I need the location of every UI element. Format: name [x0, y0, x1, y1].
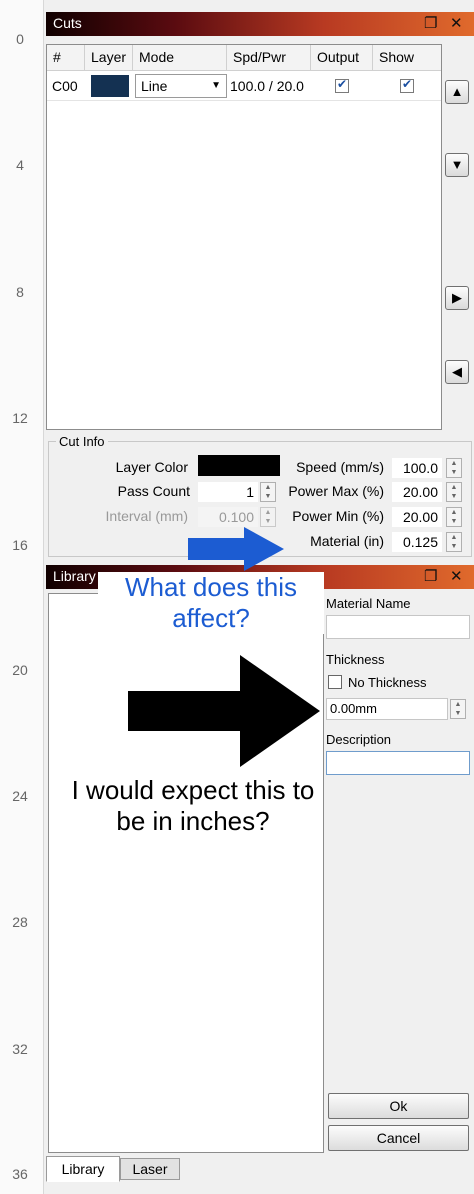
pass-count-field[interactable]: 1 — [198, 482, 258, 502]
no-thickness-checkbox[interactable] — [328, 675, 342, 689]
cut-info-title: Cut Info — [56, 434, 108, 449]
ruler-mark: 16 — [12, 537, 28, 553]
float-icon[interactable]: ❐ — [424, 567, 437, 585]
ok-button[interactable]: Ok — [328, 1093, 469, 1119]
thickness-spinner[interactable]: ▲ ▼ — [450, 699, 466, 719]
blue-annotation: What does this affect? — [98, 572, 324, 634]
description-label: Description — [326, 732, 392, 747]
spd-pwr-value: 100.0 / 20.0 — [230, 78, 304, 94]
up-icon: ▲ — [450, 84, 464, 99]
move-right-button[interactable]: ▶ — [445, 286, 469, 310]
material-spinner[interactable]: ▲ ▼ — [446, 532, 462, 552]
tab-laser[interactable]: Laser — [120, 1158, 180, 1180]
ruler-mark: 12 — [12, 410, 28, 426]
column-header[interactable]: Mode — [133, 45, 227, 71]
speed-spinner[interactable]: ▲ ▼ — [446, 458, 462, 478]
power-min-spinner[interactable]: ▲ ▼ — [446, 507, 462, 527]
move-up-button[interactable]: ▲ — [445, 80, 469, 104]
speed-label: Speed (mm/s) — [296, 459, 384, 475]
chevron-down-icon: ▼ — [211, 80, 221, 91]
ruler-mark: 20 — [12, 662, 28, 678]
down-icon: ▼ — [450, 157, 464, 172]
interval-field[interactable]: 0.100 — [198, 507, 258, 527]
table-row[interactable]: C00 Line ▼ 100.0 / 20.0 — [47, 71, 441, 101]
column-header[interactable]: Output — [311, 45, 373, 71]
material-name-input[interactable] — [326, 615, 470, 639]
speed-field[interactable]: 100.0 — [392, 458, 442, 478]
blue-arrow-icon — [188, 527, 284, 571]
cut-id: C00 — [52, 78, 78, 94]
black-arrow-icon — [128, 655, 320, 767]
mode-value: Line — [141, 78, 168, 94]
ruler-mark: 36 — [12, 1166, 28, 1182]
power-max-label: Power Max (%) — [288, 483, 384, 499]
right-icon: ▶ — [452, 290, 462, 305]
column-header[interactable]: Layer — [85, 45, 133, 71]
material-field[interactable]: 0.125 — [392, 532, 442, 552]
library-title: Library — [53, 568, 96, 584]
column-header[interactable]: # — [47, 45, 85, 71]
layer-color-box[interactable] — [198, 455, 280, 476]
mode-select[interactable]: Line ▼ — [135, 74, 227, 98]
interval-label: Interval (mm) — [105, 508, 188, 524]
ruler-mark: 4 — [16, 157, 24, 173]
close-icon[interactable]: ✕ — [450, 567, 463, 585]
cuts-title: Cuts — [53, 15, 82, 31]
description-input[interactable] — [326, 751, 470, 775]
float-icon[interactable]: ❐ — [424, 14, 437, 32]
interval-spinner[interactable]: ▲ ▼ — [260, 507, 276, 527]
ruler-mark: 32 — [12, 1041, 28, 1057]
black-annotation: I would expect this to be in inches? — [71, 775, 315, 836]
no-thickness-label: No Thickness — [348, 675, 427, 690]
layer-color-label: Layer Color — [115, 459, 188, 475]
cuts-titlebar: Cuts ❐ ✕ — [46, 12, 474, 36]
left-icon: ◀ — [452, 364, 462, 379]
power-min-label: Power Min (%) — [292, 508, 384, 524]
column-header[interactable]: Show — [373, 45, 441, 71]
material-name-label: Material Name — [326, 596, 411, 611]
ruler-mark: 28 — [12, 914, 28, 930]
layer-color-swatch[interactable] — [91, 75, 129, 97]
show-checkbox[interactable] — [400, 77, 414, 93]
material-label: Material (in) — [310, 533, 384, 549]
pass-count-spinner[interactable]: ▲ ▼ — [260, 482, 276, 502]
move-down-button[interactable]: ▼ — [445, 153, 469, 177]
pass-count-label: Pass Count — [117, 483, 190, 499]
close-icon[interactable]: ✕ — [450, 14, 463, 32]
power-min-field[interactable]: 20.00 — [392, 507, 442, 527]
thickness-label: Thickness — [326, 652, 385, 667]
ruler-mark: 24 — [12, 788, 28, 804]
output-checkbox[interactable] — [335, 77, 349, 93]
power-max-spinner[interactable]: ▲ ▼ — [446, 482, 462, 502]
vertical-ruler: 0 4 8 12 16 20 24 28 32 36 — [0, 0, 44, 1194]
power-max-field[interactable]: 20.00 — [392, 482, 442, 502]
move-left-button[interactable]: ◀ — [445, 360, 469, 384]
ruler-mark: 8 — [16, 284, 24, 300]
column-header[interactable]: Spd/Pwr — [227, 45, 311, 71]
ruler-mark: 0 — [16, 31, 24, 47]
thickness-field[interactable]: 0.00mm — [326, 698, 448, 720]
cancel-button[interactable]: Cancel — [328, 1125, 469, 1151]
tab-library[interactable]: Library — [46, 1156, 120, 1182]
cuts-table[interactable]: # Layer Mode Spd/Pwr Output Show C00 Lin… — [46, 44, 442, 430]
